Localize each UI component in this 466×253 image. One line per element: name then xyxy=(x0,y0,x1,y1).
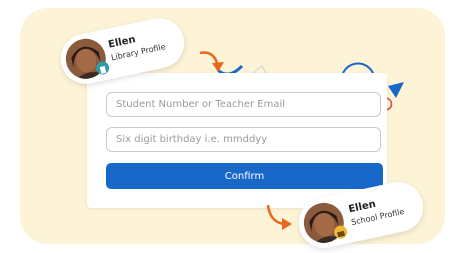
bottom-arrow-icon xyxy=(266,204,285,226)
bottom-arrow-head xyxy=(282,218,292,230)
top-arrow-head xyxy=(212,62,224,72)
school-bus-icon xyxy=(332,224,349,240)
